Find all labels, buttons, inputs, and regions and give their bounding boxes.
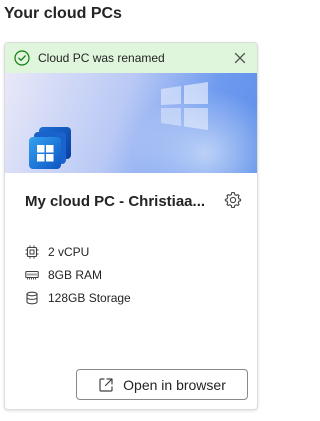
close-icon[interactable] [233, 51, 247, 65]
spec-label: 8GB RAM [48, 268, 103, 282]
spec-storage: 128GB Storage [25, 289, 131, 307]
spec-cpu: 2 vCPU [25, 243, 89, 261]
toast-message: Cloud PC was renamed [38, 51, 165, 65]
cpu-icon [25, 245, 39, 259]
windows-logo-icon [161, 82, 208, 130]
spec-ram: 8GB RAM [25, 266, 102, 284]
checkmark-circle-icon [14, 50, 30, 66]
open-in-browser-button[interactable]: Open in browser [76, 369, 248, 400]
cloud-pc-name: My cloud PC - Christiaa... [25, 193, 206, 210]
rename-success-toast: Cloud PC was renamed [5, 43, 257, 74]
page-title: Your cloud PCs [4, 5, 122, 22]
ram-icon [25, 270, 39, 280]
spec-label: 128GB Storage [48, 291, 131, 305]
gear-icon[interactable] [224, 191, 242, 209]
cloud-pc-card: Cloud PC was renamed My cloud PC - Chris… [4, 42, 258, 410]
cloud-pc-icon [29, 127, 71, 169]
spec-label: 2 vCPU [48, 245, 90, 259]
open-external-icon [99, 377, 113, 392]
storage-icon [26, 291, 38, 305]
open-in-browser-label: Open in browser [123, 376, 226, 393]
